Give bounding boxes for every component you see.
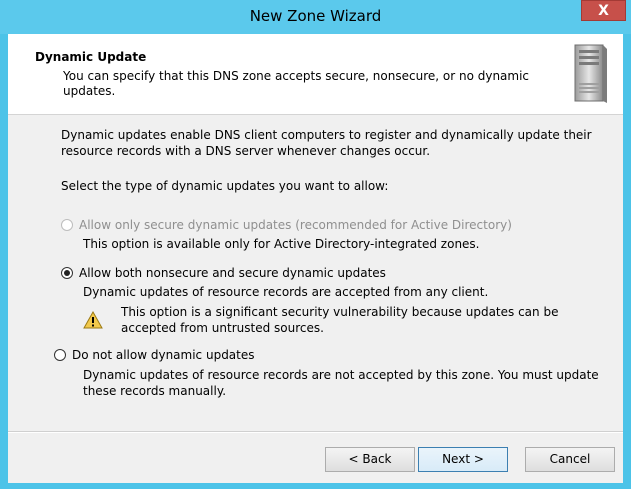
- security-warning-text: This option is a significant security vu…: [121, 305, 559, 335]
- wizard-client-area: Dynamic Update You can specify that this…: [8, 34, 623, 483]
- select-prompt: Select the type of dynamic updates you w…: [61, 179, 389, 193]
- nonsecure-and-secure-radio[interactable]: [61, 267, 73, 279]
- nonsecure-and-secure-description: Dynamic updates of resource records are …: [83, 285, 489, 299]
- option-nonsecure-and-secure[interactable]: Allow both nonsecure and secure dynamic …: [61, 265, 386, 281]
- wizard-window: New Zone Wizard X Dynamic Update You can…: [0, 0, 631, 489]
- option-secure-only: Allow only secure dynamic updates (recom…: [61, 217, 512, 233]
- option-no-updates[interactable]: Do not allow dynamic updates: [54, 347, 255, 363]
- no-updates-label[interactable]: Do not allow dynamic updates: [72, 348, 255, 362]
- title-bar[interactable]: New Zone Wizard X: [0, 0, 631, 34]
- page-title: Dynamic Update: [35, 50, 147, 64]
- secure-only-radio: [61, 219, 73, 231]
- footer-divider: [8, 431, 623, 433]
- back-button[interactable]: < Back: [325, 447, 415, 472]
- no-updates-radio[interactable]: [54, 349, 66, 361]
- intro-text: Dynamic updates enable DNS client comput…: [61, 128, 592, 158]
- warning-icon: [83, 311, 103, 329]
- next-button[interactable]: Next >: [418, 447, 508, 472]
- secure-only-description: This option is available only for Active…: [83, 237, 480, 251]
- nonsecure-and-secure-label[interactable]: Allow both nonsecure and secure dynamic …: [79, 266, 386, 280]
- dns-server-icon: [574, 44, 607, 103]
- cancel-button[interactable]: Cancel: [525, 447, 615, 472]
- no-updates-description: Dynamic updates of resource records are …: [83, 368, 599, 398]
- window-title: New Zone Wizard: [249, 7, 382, 25]
- page-description: You can specify that this DNS zone accep…: [63, 69, 530, 98]
- wizard-header: Dynamic Update You can specify that this…: [8, 34, 623, 115]
- close-icon: X: [598, 3, 609, 19]
- secure-only-label: Allow only secure dynamic updates (recom…: [79, 218, 512, 232]
- close-button[interactable]: X: [581, 0, 626, 21]
